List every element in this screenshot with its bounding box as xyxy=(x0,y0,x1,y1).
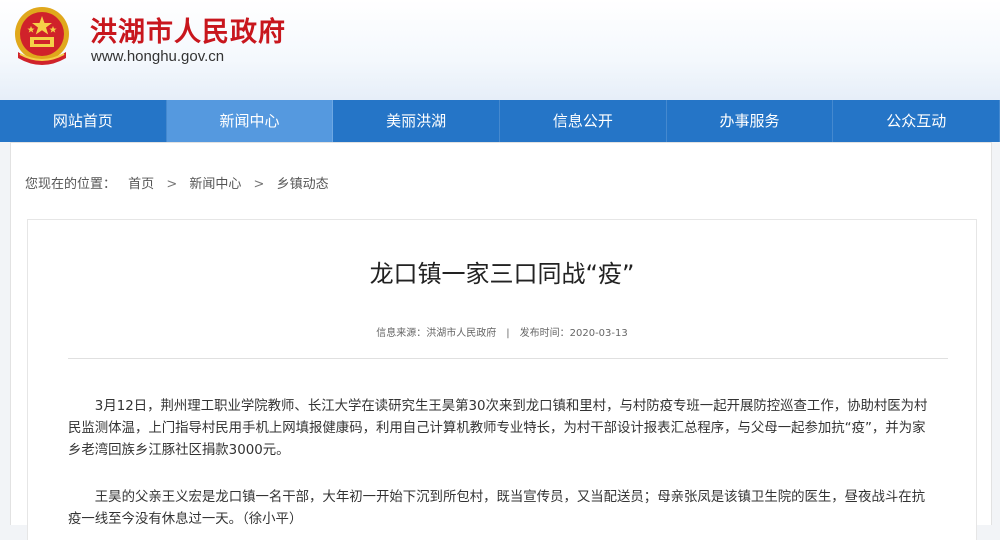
article-date: 发布时间：2020-03-13 xyxy=(519,328,628,339)
article-paragraph: 王昊的父亲王义宏是龙口镇一名干部，大年初一开始下沉到所包村，既当宣传员，又当配送… xyxy=(68,490,926,528)
meta-divider: | xyxy=(506,328,510,339)
nav-item-home[interactable]: 网站首页 xyxy=(0,100,167,142)
article: 龙口镇一家三口同战“疫” 信息来源：洪湖市人民政府 | 发布时间：2020-03-1… xyxy=(27,219,977,540)
nav-item-info-disclosure[interactable]: 信息公开 xyxy=(500,100,667,142)
site-url: www.honghu.gov.cn xyxy=(91,48,225,65)
nav-item-news-center[interactable]: 新闻中心 xyxy=(166,100,334,142)
breadcrumb-item-home[interactable]: 首页 xyxy=(128,177,154,192)
nav-item-public-interaction[interactable]: 公众互动 xyxy=(833,100,1000,142)
content-panel: 您现在的位置： 首页 > 新闻中心 > 乡镇动态 龙口镇一家三口同战“疫” 信息… xyxy=(10,142,992,540)
article-paragraph: 3月12日，荆州理工职业学院教师、长江大学在读研究生王昊第30次来到龙口镇和里村… xyxy=(68,399,928,459)
breadcrumb-item-town-news[interactable]: 乡镇动态 xyxy=(277,177,329,192)
nav-item-beautiful-honghu[interactable]: 美丽洪湖 xyxy=(333,100,501,142)
breadcrumb-prefix: 您现在的位置： xyxy=(25,177,117,192)
article-title: 龙口镇一家三口同战“疫” xyxy=(369,260,635,288)
article-meta: 信息来源：洪湖市人民政府 | 发布时间：2020-03-13 xyxy=(28,324,976,339)
national-emblem-icon[interactable] xyxy=(10,4,74,70)
main-navigation: 网站首页 新闻中心 美丽洪湖 信息公开 办事服务 公众互动 xyxy=(0,100,1000,142)
nav-item-services[interactable]: 办事服务 xyxy=(667,100,834,142)
breadcrumb-separator: > xyxy=(253,177,265,192)
site-header: 洪湖市人民政府 www.honghu.gov.cn xyxy=(0,0,1000,100)
title-divider xyxy=(68,358,948,359)
site-title[interactable]: 洪湖市人民政府 xyxy=(90,10,286,49)
breadcrumb-separator: > xyxy=(166,177,178,192)
article-source: 信息来源：洪湖市人民政府 xyxy=(376,328,497,339)
breadcrumb-item-news-center[interactable]: 新闻中心 xyxy=(189,177,241,192)
breadcrumb: 您现在的位置： 首页 > 新闻中心 > 乡镇动态 xyxy=(25,173,337,192)
